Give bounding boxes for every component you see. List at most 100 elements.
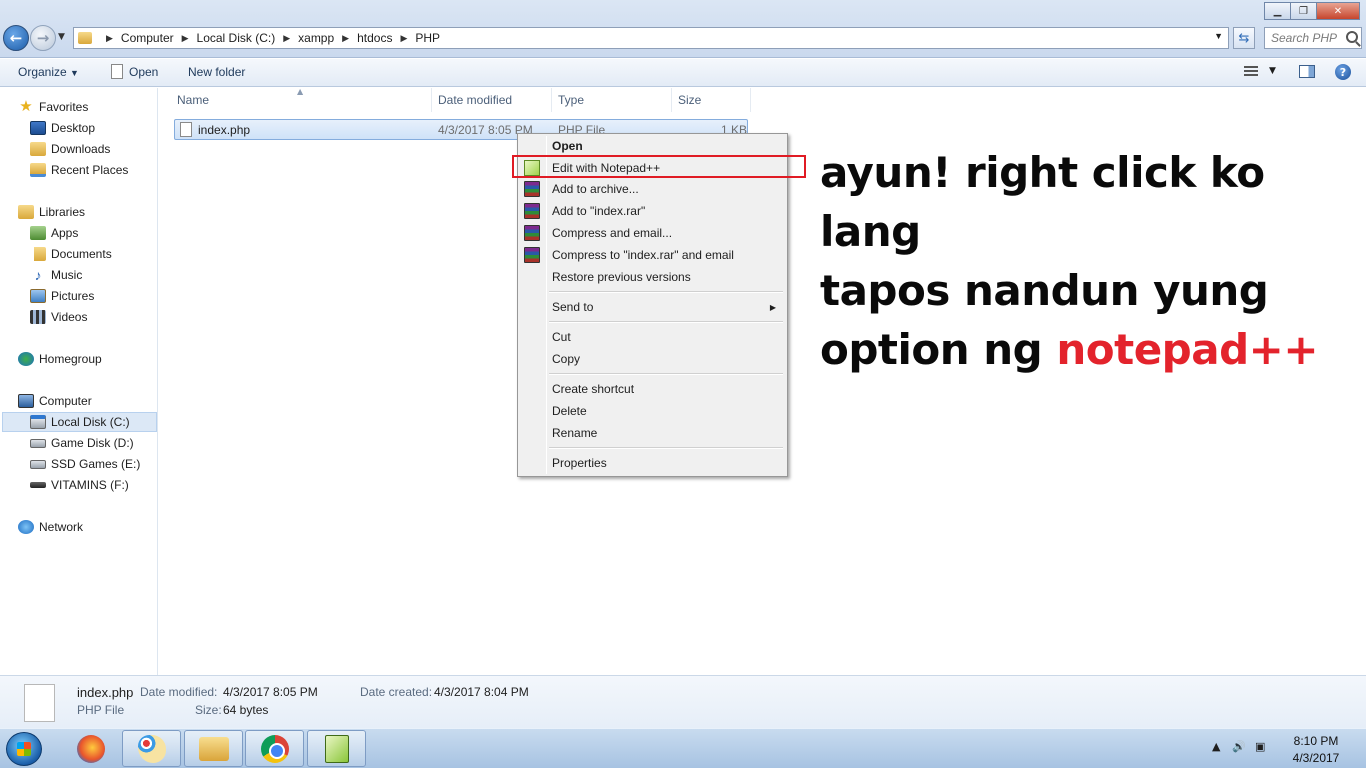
network-icon bbox=[18, 520, 34, 534]
winrar-icon bbox=[524, 247, 540, 263]
desktop-icon bbox=[30, 121, 46, 135]
menu-item-create-shortcut[interactable]: Create shortcut bbox=[521, 378, 784, 400]
menu-item-rename[interactable]: Rename bbox=[521, 422, 784, 444]
menu-item-label: Compress and email... bbox=[552, 226, 673, 240]
menu-item-compress-and-email[interactable]: Compress and email... bbox=[521, 222, 784, 244]
menu-item-delete[interactable]: Delete bbox=[521, 400, 784, 422]
menu-item-label: Create shortcut bbox=[552, 382, 635, 396]
system-clock[interactable]: 8:10 PM 4/3/2017 bbox=[1272, 733, 1360, 767]
column-header-size[interactable]: Size bbox=[672, 88, 751, 112]
preview-pane-icon[interactable] bbox=[1299, 65, 1315, 78]
sidebar-item-desktop[interactable]: Desktop bbox=[30, 118, 95, 138]
sidebar-item-homegroup[interactable]: Homegroup bbox=[18, 349, 102, 369]
sidebar-item-label: Videos bbox=[51, 310, 88, 324]
address-bar[interactable]: ▶ Computer ▶ Local Disk (C:) ▶ xampp ▶ h… bbox=[73, 27, 1229, 49]
window-controls: ▁ ❐ ✕ bbox=[1264, 2, 1360, 20]
chevron-right-icon[interactable]: ▶ bbox=[283, 33, 290, 44]
chevron-right-icon[interactable]: ▶ bbox=[182, 33, 189, 44]
sidebar-item-game-disk[interactable]: Game Disk (D:) bbox=[30, 433, 134, 453]
maximize-button[interactable]: ❐ bbox=[1290, 2, 1317, 20]
taskbar-firefox[interactable] bbox=[61, 730, 120, 767]
menu-separator bbox=[549, 373, 783, 375]
homegroup-icon bbox=[18, 352, 34, 366]
search-input[interactable]: Search PHP bbox=[1264, 27, 1362, 49]
menu-item-send-to[interactable]: Send to ▶ bbox=[521, 296, 784, 318]
breadcrumb-xampp[interactable]: xampp bbox=[298, 31, 334, 45]
sidebar-item-computer[interactable]: Computer bbox=[18, 391, 92, 411]
sidebar-item-pictures[interactable]: Pictures bbox=[30, 286, 94, 306]
taskbar-paint[interactable] bbox=[122, 730, 181, 767]
sidebar-item-network[interactable]: Network bbox=[18, 517, 83, 537]
menu-item-properties[interactable]: Properties bbox=[521, 452, 784, 474]
chevron-down-icon: ▼ bbox=[70, 68, 79, 78]
chevron-down-icon[interactable]: ▼ bbox=[1269, 66, 1276, 76]
menu-item-restore-previous-versions[interactable]: Restore previous versions bbox=[521, 266, 784, 288]
star-icon: ★ bbox=[19, 98, 33, 115]
taskbar-chrome[interactable] bbox=[245, 730, 304, 767]
sidebar-item-apps[interactable]: Apps bbox=[30, 223, 78, 243]
menu-item-copy[interactable]: Copy bbox=[521, 348, 784, 370]
minimize-button[interactable]: ▁ bbox=[1264, 2, 1291, 20]
sidebar-item-label: Desktop bbox=[51, 121, 96, 135]
sidebar-item-label: Libraries bbox=[39, 205, 86, 219]
annotation-highlight-box bbox=[512, 155, 806, 178]
sidebar-item-downloads[interactable]: Downloads bbox=[30, 139, 110, 159]
refresh-icon: ⇆ bbox=[1238, 30, 1250, 46]
menu-item-add-to-index-rar[interactable]: Add to "index.rar" bbox=[521, 200, 784, 222]
file-name: index.php bbox=[198, 123, 251, 137]
sidebar-item-music[interactable]: ♪ Music bbox=[30, 265, 83, 285]
command-bar: Organize ▼ Open New folder bbox=[0, 59, 1366, 87]
menu-item-compress-to-rar-and-email[interactable]: Compress to "index.rar" and email bbox=[521, 244, 784, 266]
sidebar-item-vitamins[interactable]: VITAMINS (F:) bbox=[30, 475, 129, 495]
network-status-icon[interactable]: ▣ bbox=[1255, 740, 1265, 753]
sidebar-item-documents[interactable]: Documents bbox=[30, 244, 112, 264]
show-hidden-icons-icon[interactable]: ▲ bbox=[1212, 740, 1220, 753]
close-button[interactable]: ✕ bbox=[1316, 2, 1360, 20]
annotation-line-1: ayun! right click ko lang bbox=[820, 148, 1265, 256]
breadcrumb-computer[interactable]: Computer bbox=[121, 31, 174, 45]
chevron-right-icon[interactable]: ▶ bbox=[106, 33, 113, 44]
menu-item-add-to-archive[interactable]: Add to archive... bbox=[521, 178, 784, 200]
details-pane: index.php Date modified: 4/3/2017 8:05 P… bbox=[0, 675, 1366, 728]
refresh-button[interactable]: ⇆ bbox=[1233, 27, 1255, 49]
sidebar-item-libraries[interactable]: Libraries bbox=[18, 202, 85, 222]
sidebar-item-favorites[interactable]: ★ Favorites bbox=[18, 97, 88, 117]
chevron-right-icon[interactable]: ▶ bbox=[342, 33, 349, 44]
change-view-icon[interactable] bbox=[1244, 66, 1258, 78]
address-dropdown-icon[interactable]: ▼ bbox=[1214, 31, 1223, 41]
open-button[interactable]: Open bbox=[129, 65, 158, 79]
taskbar-windows-explorer[interactable] bbox=[184, 730, 243, 767]
chevron-right-icon[interactable]: ▶ bbox=[400, 33, 407, 44]
navigation-pane: ★ Favorites Desktop Downloads Recent Plac… bbox=[0, 88, 158, 675]
menu-item-cut[interactable]: Cut bbox=[521, 326, 784, 348]
sidebar-item-ssd-games[interactable]: SSD Games (E:) bbox=[30, 454, 140, 474]
php-file-icon bbox=[180, 122, 192, 137]
start-button[interactable] bbox=[6, 732, 42, 766]
menu-item-open[interactable]: Open bbox=[521, 135, 784, 157]
forward-button[interactable]: → bbox=[30, 25, 56, 51]
sidebar-item-recent-places[interactable]: Recent Places bbox=[30, 160, 128, 180]
arrow-left-icon: ← bbox=[9, 29, 23, 47]
column-header-date-modified[interactable]: Date modified bbox=[432, 88, 552, 112]
usb-drive-icon bbox=[30, 482, 46, 488]
taskbar-notepad-plus-plus[interactable] bbox=[307, 730, 366, 767]
breadcrumb-php[interactable]: PHP bbox=[415, 31, 440, 45]
sidebar-item-local-disk[interactable]: Local Disk (C:) bbox=[2, 412, 157, 432]
new-folder-button[interactable]: New folder bbox=[188, 65, 245, 79]
organize-button[interactable]: Organize ▼ bbox=[18, 65, 79, 79]
details-size-value: 64 bytes bbox=[223, 703, 269, 717]
notepad-plus-plus-icon bbox=[324, 734, 349, 763]
breadcrumb-local-disk[interactable]: Local Disk (C:) bbox=[197, 31, 276, 45]
document-icon bbox=[111, 64, 123, 79]
back-button[interactable]: ← bbox=[3, 25, 29, 51]
volume-icon[interactable]: 🔊 bbox=[1232, 740, 1246, 753]
menu-item-label: Copy bbox=[552, 352, 581, 366]
sidebar-item-label: Game Disk (D:) bbox=[51, 436, 134, 450]
recent-pages-dropdown[interactable]: ▼ bbox=[58, 32, 65, 42]
breadcrumb-htdocs[interactable]: htdocs bbox=[357, 31, 392, 45]
menu-item-label: Send to bbox=[552, 300, 594, 314]
sidebar-item-label: Downloads bbox=[51, 142, 111, 156]
column-header-type[interactable]: Type bbox=[552, 88, 672, 112]
help-icon[interactable]: ? bbox=[1335, 64, 1351, 80]
sidebar-item-videos[interactable]: Videos bbox=[30, 307, 87, 327]
